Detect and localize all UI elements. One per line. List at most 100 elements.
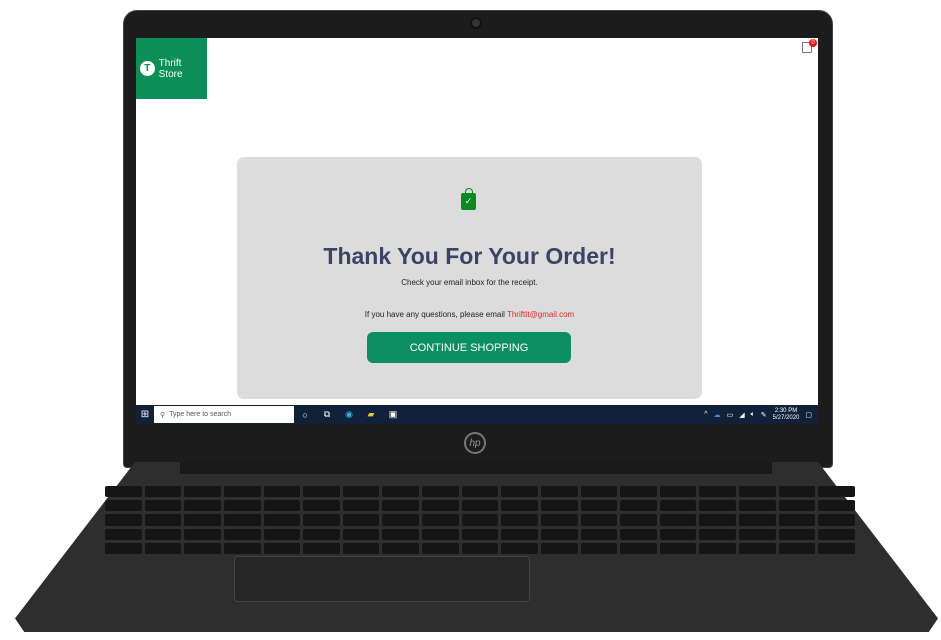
keyboard-key[interactable] — [501, 486, 538, 498]
keyboard-key[interactable] — [659, 514, 697, 526]
keyboard-key[interactable] — [303, 514, 340, 526]
keyboard-key[interactable] — [580, 500, 618, 512]
keyboard-key[interactable] — [422, 486, 459, 498]
keyboard-key[interactable] — [422, 500, 459, 512]
keyboard-key[interactable] — [144, 486, 182, 498]
keyboard-key[interactable] — [461, 542, 499, 554]
keyboard-key[interactable] — [620, 486, 657, 498]
keyboard-key[interactable] — [263, 514, 301, 526]
keyboard-key[interactable] — [223, 542, 261, 554]
keyboard-key[interactable] — [382, 514, 420, 526]
keyboard-key[interactable] — [778, 486, 816, 498]
keyboard-key[interactable] — [263, 486, 301, 498]
keyboard-key[interactable] — [223, 528, 261, 540]
keyboard-key[interactable] — [342, 486, 380, 498]
keyboard-key[interactable] — [461, 486, 499, 498]
clock[interactable]: 2:30 PM 5/27/2020 — [773, 408, 800, 422]
edge-icon[interactable]: ◉ — [338, 409, 360, 420]
keyboard-key[interactable] — [778, 542, 816, 554]
keyboard-key[interactable] — [620, 500, 657, 512]
keyboard-key[interactable] — [501, 542, 538, 554]
keyboard-key[interactable] — [580, 486, 618, 498]
keyboard-key[interactable] — [184, 486, 221, 498]
chevron-up-icon[interactable]: ^ — [704, 411, 707, 418]
keyboard-key[interactable] — [739, 486, 776, 498]
keyboard-key[interactable] — [105, 542, 142, 554]
keyboard-key[interactable] — [422, 514, 459, 526]
keyboard-key[interactable] — [501, 514, 538, 526]
keyboard-key[interactable] — [580, 514, 618, 526]
keyboard-key[interactable] — [382, 486, 420, 498]
cortana-icon[interactable]: ○ — [294, 410, 316, 420]
search-input[interactable]: Type here to search — [169, 411, 231, 418]
keyboard-key[interactable] — [659, 486, 697, 498]
keyboard-key[interactable] — [501, 528, 538, 540]
keyboard-key[interactable] — [818, 486, 855, 498]
keyboard-key[interactable] — [382, 500, 420, 512]
network-icon[interactable]: ◢ — [739, 411, 744, 419]
keyboard-key[interactable] — [778, 500, 816, 512]
keyboard-key[interactable] — [699, 486, 737, 498]
keyboard-key[interactable] — [739, 528, 776, 540]
keyboard-key[interactable] — [422, 528, 459, 540]
keyboard-key[interactable] — [818, 528, 855, 540]
keyboard-key[interactable] — [620, 542, 657, 554]
keyboard-key[interactable] — [105, 514, 142, 526]
continue-shopping-button[interactable]: CONTINUE SHOPPING — [367, 332, 571, 363]
keyboard-key[interactable] — [778, 514, 816, 526]
keyboard-key[interactable] — [818, 500, 855, 512]
onedrive-icon[interactable]: ☁ — [714, 411, 721, 419]
keyboard-key[interactable] — [620, 528, 657, 540]
keyboard-key[interactable] — [184, 514, 221, 526]
pen-icon[interactable]: ✎ — [761, 411, 767, 419]
store-logo[interactable]: T Thrift Store — [136, 38, 207, 99]
keyboard-key[interactable] — [303, 500, 340, 512]
keyboard-key[interactable] — [461, 514, 499, 526]
battery-icon[interactable]: ▭ — [727, 411, 734, 419]
keyboard-key[interactable] — [659, 500, 697, 512]
keyboard-key[interactable] — [540, 542, 578, 554]
keyboard-key[interactable] — [580, 528, 618, 540]
keyboard-key[interactable] — [342, 528, 380, 540]
keyboard-key[interactable] — [659, 542, 697, 554]
keyboard-key[interactable] — [144, 500, 182, 512]
keyboard-key[interactable] — [699, 542, 737, 554]
volume-icon[interactable]: 🔈︎ — [751, 411, 755, 419]
keyboard-key[interactable] — [501, 500, 538, 512]
keyboard-key[interactable] — [105, 486, 142, 498]
keyboard-key[interactable] — [184, 542, 221, 554]
keyboard-key[interactable] — [739, 514, 776, 526]
keyboard-key[interactable] — [144, 542, 182, 554]
keyboard-key[interactable] — [659, 528, 697, 540]
keyboard-key[interactable] — [105, 528, 142, 540]
keyboard-key[interactable] — [739, 542, 776, 554]
keyboard-key[interactable] — [461, 528, 499, 540]
task-view-icon[interactable]: ⧉ — [316, 409, 338, 420]
keyboard-key[interactable] — [540, 528, 578, 540]
keyboard-key[interactable] — [223, 514, 261, 526]
keyboard-key[interactable] — [303, 486, 340, 498]
keyboard-key[interactable] — [263, 528, 301, 540]
keyboard-key[interactable] — [303, 542, 340, 554]
notifications-icon[interactable]: ▢ — [805, 411, 812, 419]
keyboard-key[interactable] — [342, 542, 380, 554]
file-explorer-icon[interactable]: ▰ — [360, 409, 382, 420]
keyboard-key[interactable] — [699, 514, 737, 526]
keyboard-key[interactable] — [382, 542, 420, 554]
keyboard-key[interactable] — [223, 500, 261, 512]
keyboard-key[interactable] — [739, 500, 776, 512]
taskbar-search[interactable]: ⚲ Type here to search — [154, 406, 294, 423]
keyboard-key[interactable] — [540, 514, 578, 526]
keyboard-key[interactable] — [263, 542, 301, 554]
keyboard-key[interactable] — [699, 528, 737, 540]
trackpad[interactable] — [234, 556, 530, 602]
keyboard-key[interactable] — [461, 500, 499, 512]
keyboard-key[interactable] — [105, 500, 142, 512]
keyboard-key[interactable] — [223, 486, 261, 498]
keyboard-key[interactable] — [184, 528, 221, 540]
keyboard-key[interactable] — [184, 500, 221, 512]
keyboard-key[interactable] — [342, 500, 380, 512]
keyboard-key[interactable] — [620, 514, 657, 526]
keyboard-key[interactable] — [303, 528, 340, 540]
keyboard-key[interactable] — [540, 486, 578, 498]
